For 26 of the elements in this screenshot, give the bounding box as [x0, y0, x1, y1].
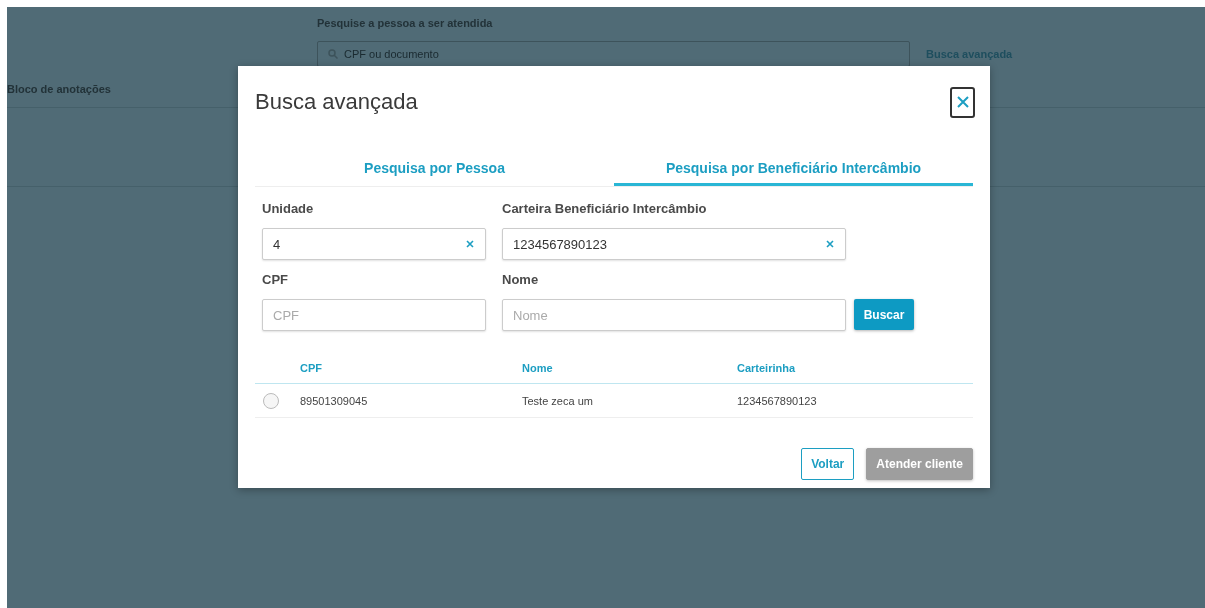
- table-cell: 89501309045: [300, 394, 368, 407]
- clear-icon[interactable]: [466, 240, 474, 248]
- input-field[interactable]: Nome: [502, 299, 846, 331]
- tab[interactable]: Pesquisa por Beneficiário Intercâmbio: [614, 152, 973, 186]
- table-cell: 1234567890123: [737, 394, 817, 407]
- field-label: Nome: [502, 271, 540, 289]
- close-icon: [956, 96, 969, 108]
- close-button[interactable]: [950, 86, 975, 118]
- search-icon: [328, 49, 338, 59]
- clear-icon[interactable]: [826, 240, 834, 248]
- field-label: Carteira Beneficiário Intercâmbio: [502, 200, 708, 218]
- input-field[interactable]: 1234567890123: [502, 228, 846, 260]
- radio-button[interactable]: [263, 392, 279, 409]
- column-header: CPF: [300, 362, 322, 374]
- search-label: Pesquise a pessoa a ser atendida: [317, 17, 494, 29]
- input-field[interactable]: 4: [262, 228, 486, 260]
- tab[interactable]: Pesquisa por Pessoa: [255, 152, 614, 186]
- input-field[interactable]: CPF: [262, 299, 486, 331]
- field-label: Unidade: [262, 200, 315, 218]
- search-button[interactable]: Buscar: [854, 299, 914, 330]
- column-header: Nome: [522, 362, 553, 374]
- table-cell: Teste zeca um: [522, 394, 593, 407]
- field-label: CPF: [262, 271, 289, 289]
- column-header: Carteirinha: [737, 362, 796, 374]
- search-placeholder: CPF ou documento: [344, 48, 439, 60]
- back-button[interactable]: Voltar: [801, 448, 855, 480]
